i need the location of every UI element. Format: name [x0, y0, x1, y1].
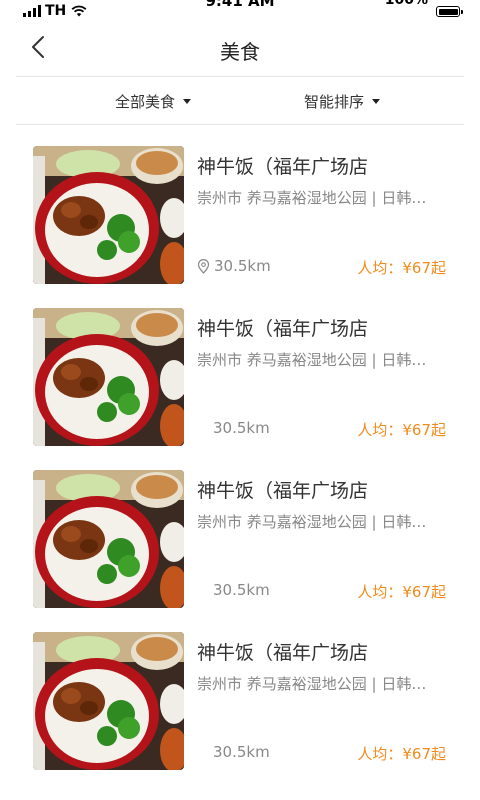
restaurant-distance: 30.5km	[197, 257, 271, 275]
sort-filter-dropdown[interactable]: 智能排序	[304, 91, 381, 112]
restaurant-photo	[33, 632, 184, 770]
restaurant-photo	[33, 308, 184, 446]
distance-value: 30.5km	[214, 257, 271, 275]
restaurant-distance: 30.5km	[197, 419, 270, 437]
restaurant-card[interactable]: 神牛饭（福年广场店 崇州市 养马嘉裕湿地公园 | 日韩料理 30.5km 人均：…	[0, 611, 480, 773]
distance-value: 30.5km	[213, 581, 270, 599]
restaurant-name: 神牛饭（福年广场店	[197, 480, 369, 502]
nav-bar: 美食	[0, 20, 480, 76]
restaurant-distance: 30.5km	[197, 743, 270, 761]
average-price: 人均：¥67起	[357, 745, 446, 763]
sort-filter-label: 智能排序	[304, 93, 365, 111]
battery-icon	[436, 6, 463, 17]
restaurant-name: 神牛饭（福年广场店	[197, 318, 369, 340]
filter-bar: 全部美食 智能排序	[0, 77, 480, 124]
location-pin-icon	[197, 258, 210, 274]
restaurant-address: 崇州市 养马嘉裕湿地公园 | 日韩料理	[197, 351, 437, 369]
restaurant-photo	[33, 146, 184, 284]
average-price: 人均：¥67起	[357, 259, 446, 277]
restaurant-address: 崇州市 养马嘉裕湿地公园 | 日韩料理	[197, 513, 437, 531]
caret-down-icon	[372, 99, 381, 104]
restaurant-name: 神牛饭（福年广场店	[197, 156, 369, 178]
restaurant-card[interactable]: 神牛饭（福年广场店 崇州市 养马嘉裕湿地公园 | 日韩料理 30.5km 人均：…	[0, 125, 480, 287]
restaurant-photo	[33, 470, 184, 608]
battery-percentage: 100%	[384, 0, 428, 8]
status-bar: TH 9:41 AM 100%	[0, 0, 480, 20]
category-filter-label: 全部美食	[115, 93, 176, 111]
distance-value: 30.5km	[213, 419, 270, 437]
restaurant-address: 崇州市 养马嘉裕湿地公园 | 日韩料理	[197, 189, 437, 207]
restaurant-card[interactable]: 神牛饭（福年广场店 崇州市 养马嘉裕湿地公园 | 日韩料理 30.5km 人均：…	[0, 449, 480, 611]
distance-value: 30.5km	[213, 743, 270, 761]
restaurant-card[interactable]: 神牛饭（福年广场店 崇州市 养马嘉裕湿地公园 | 日韩料理 30.5km 人均：…	[0, 287, 480, 449]
restaurant-address: 崇州市 养马嘉裕湿地公园 | 日韩料理	[197, 675, 437, 693]
restaurant-distance: 30.5km	[197, 581, 270, 599]
category-filter-dropdown[interactable]: 全部美食	[115, 91, 192, 112]
restaurant-name: 神牛饭（福年广场店	[197, 642, 369, 664]
page-title: 美食	[220, 40, 260, 64]
average-price: 人均：¥67起	[357, 583, 446, 601]
average-price: 人均：¥67起	[357, 421, 446, 439]
caret-down-icon	[183, 99, 192, 104]
